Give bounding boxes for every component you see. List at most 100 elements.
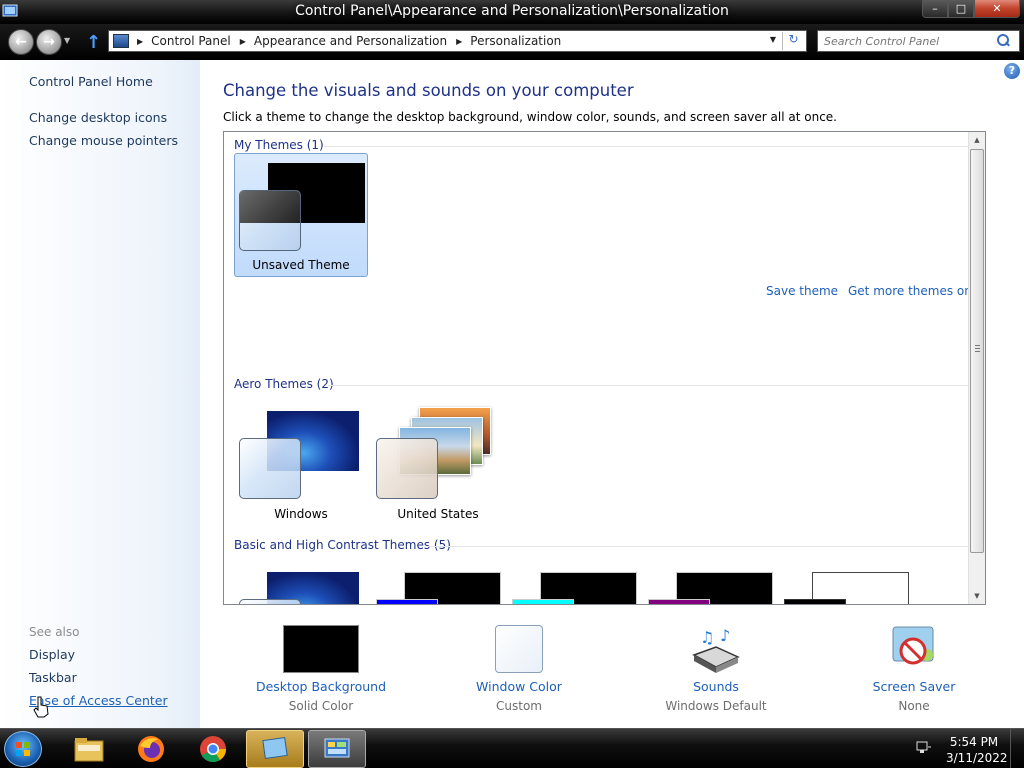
svg-text:♪: ♪: [720, 626, 730, 645]
navigation-bar: ← → ▼ ↑ ▶ Control Panel ▶ Appearance and…: [0, 24, 1024, 60]
desktop-background-setting[interactable]: Desktop Background Solid Color: [236, 624, 406, 714]
sounds-value: Windows Default: [665, 699, 767, 713]
control-panel-home-link[interactable]: Control Panel Home: [29, 74, 153, 89]
scroll-up-icon[interactable]: ▲: [969, 132, 985, 148]
control-panel-taskbar-button[interactable]: [308, 730, 366, 768]
network-icon[interactable]: [916, 741, 932, 755]
main-content: ? Change the visuals and sounds on your …: [200, 60, 1024, 728]
display-link[interactable]: Display: [29, 647, 75, 662]
desktop-background-icon: [283, 625, 359, 673]
breadcrumb-control-panel[interactable]: Control Panel: [151, 34, 231, 48]
back-button[interactable]: ←: [8, 29, 34, 55]
start-button[interactable]: [4, 731, 42, 767]
theme-window-preview: [512, 599, 574, 604]
theme-high-contrast-black[interactable]: [643, 564, 777, 604]
help-icon[interactable]: ?: [1004, 63, 1020, 79]
show-desktop-button[interactable]: [1010, 729, 1024, 768]
theme-windows[interactable]: Windows: [234, 324, 368, 521]
theme-window-preview: [784, 599, 846, 604]
breadcrumb-appearance[interactable]: Appearance and Personalization: [254, 34, 447, 48]
theme-window-preview: [239, 190, 301, 251]
refresh-icon[interactable]: ↻: [782, 32, 804, 50]
get-more-themes-link[interactable]: Get more themes online: [848, 284, 985, 298]
theme-label: Unsaved Theme: [252, 258, 350, 272]
maximize-button[interactable]: □: [948, 0, 974, 18]
theme-high-contrast-1[interactable]: [371, 564, 505, 604]
breadcrumb-separator-icon[interactable]: ▶: [137, 37, 143, 46]
theme-label: United States: [397, 507, 479, 521]
sounds-setting[interactable]: ♫ ♪ Sounds Windows Default: [631, 624, 801, 714]
theme-unsaved[interactable]: Unsaved Theme: [234, 153, 368, 277]
breadcrumb-separator-icon[interactable]: ▶: [456, 37, 462, 46]
scroll-thumb[interactable]: [970, 149, 984, 553]
title-bar: Control Panel\Appearance and Personaliza…: [0, 0, 1024, 24]
screen-saver-setting[interactable]: Screen Saver None: [829, 624, 999, 714]
left-task-pane: Control Panel Home Change desktop icons …: [0, 60, 200, 728]
search-box[interactable]: [817, 30, 1020, 52]
clock-time: 5:54 PM: [949, 735, 999, 749]
sounds-icon: ♫ ♪: [690, 625, 742, 675]
firefox-taskbar-button[interactable]: [122, 730, 180, 768]
chrome-taskbar-button[interactable]: [184, 730, 242, 768]
page-description: Click a theme to change the desktop back…: [223, 110, 837, 124]
back-arrow-icon: ←: [15, 34, 27, 50]
window-color-icon: [495, 625, 543, 673]
theme-window-preview: [648, 599, 710, 604]
address-bar[interactable]: ▶ Control Panel ▶ Appearance and Persona…: [108, 30, 807, 52]
theme-window-preview: [239, 599, 301, 604]
page-title: Change the visuals and sounds on your co…: [223, 81, 634, 100]
theme-window-preview: [376, 438, 438, 499]
desktop-background-link[interactable]: Desktop Background: [236, 679, 406, 694]
scroll-down-icon[interactable]: ▼: [969, 588, 985, 604]
clock-date: 3/11/2022: [946, 751, 1008, 765]
screen-saver-link[interactable]: Screen Saver: [829, 679, 999, 694]
control-panel-icon: [113, 34, 129, 48]
folder-icon: [74, 738, 104, 762]
search-input[interactable]: [818, 34, 996, 48]
window-color-link[interactable]: Window Color: [434, 679, 604, 694]
file-explorer-taskbar-button[interactable]: [60, 730, 118, 768]
personalization-taskbar-button[interactable]: [246, 730, 304, 768]
hand-cursor-icon: [32, 696, 50, 718]
window-color-setting[interactable]: Window Color Custom: [434, 624, 604, 714]
desktop-background-value: Solid Color: [288, 699, 354, 713]
close-button[interactable]: ✕: [974, 0, 1020, 18]
forward-arrow-icon: →: [43, 34, 55, 50]
sounds-link[interactable]: Sounds: [631, 679, 801, 694]
minimize-button[interactable]: –: [922, 0, 948, 18]
breadcrumb-separator-icon[interactable]: ▶: [240, 37, 246, 46]
control-panel-icon: [324, 738, 350, 758]
theme-window-preview: [239, 438, 301, 499]
window-color-value: Custom: [496, 699, 542, 713]
theme-windows-basic[interactable]: [234, 564, 368, 604]
change-desktop-icons-link[interactable]: Change desktop icons: [29, 110, 167, 125]
theme-high-contrast-white[interactable]: [779, 564, 913, 604]
chrome-icon: [200, 736, 227, 763]
address-dropdown-icon[interactable]: ▼: [770, 35, 776, 44]
taskbar: 5:54 PM 3/11/2022: [0, 728, 1024, 768]
firefox-icon: [138, 736, 164, 762]
theme-list-scrollbar[interactable]: ▲ ▼: [968, 132, 985, 604]
theme-window-preview: [376, 599, 438, 604]
forward-button[interactable]: →: [36, 29, 62, 55]
theme-list[interactable]: My Themes (1) Unsaved Theme Save theme G…: [223, 131, 986, 605]
up-level-icon[interactable]: ↑: [86, 32, 101, 53]
window-title: Control Panel\Appearance and Personaliza…: [295, 3, 729, 19]
system-clock[interactable]: 5:54 PM 3/11/2022: [946, 734, 1008, 766]
change-mouse-pointers-link[interactable]: Change mouse pointers: [29, 133, 178, 148]
basic-high-contrast-group-title: Basic and High Contrast Themes (5): [234, 538, 451, 552]
search-icon[interactable]: [996, 34, 1010, 48]
theme-united-states[interactable]: United States: [371, 324, 505, 521]
svg-text:♫: ♫: [700, 628, 714, 647]
my-themes-group-title: My Themes (1): [234, 138, 324, 152]
group-divider: [324, 146, 984, 147]
see-also-heading: See also: [29, 625, 80, 639]
taskbar-link[interactable]: Taskbar: [29, 670, 77, 685]
screen-saver-icon: [889, 625, 939, 673]
theme-label: Windows: [274, 507, 328, 521]
group-divider: [428, 546, 984, 547]
save-theme-link[interactable]: Save theme: [766, 284, 838, 298]
breadcrumb-personalization[interactable]: Personalization: [470, 34, 561, 48]
theme-high-contrast-2[interactable]: [507, 564, 641, 604]
recent-pages-dropdown-icon[interactable]: ▼: [64, 36, 70, 45]
